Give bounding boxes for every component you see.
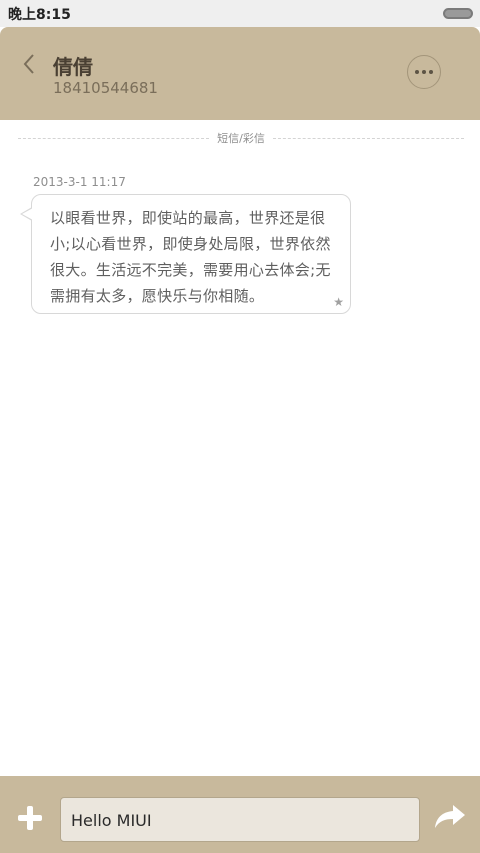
send-arrow-icon [435,805,465,828]
contact-name: 倩倩 [53,55,93,79]
bubble-tail-inner [22,208,33,220]
message-bubble[interactable]: 以眼看世界，即使站的最高，世界还是很小;以心看世界，即使身处局限，世界依然很大。… [31,194,351,314]
battery-icon [443,8,473,19]
back-button[interactable] [14,49,44,79]
conversation-header: 倩倩 18410544681 [0,27,480,120]
more-dots-icon [415,70,419,74]
divider-line [272,137,464,139]
message-input[interactable]: Hello MIUI [60,797,420,842]
message-type-divider: 短信/彩信 [18,130,464,146]
add-attachment-button[interactable] [14,802,46,834]
compose-bar: Hello MIUI [0,776,480,853]
chevron-left-icon [23,54,34,74]
star-icon: ★ [333,295,344,309]
more-dots-icon [429,70,433,74]
more-options-button[interactable] [407,55,441,89]
message-timestamp: 2013-3-1 11:17 [33,175,126,189]
send-button[interactable] [432,800,468,834]
divider-line [18,137,210,139]
more-dots-icon [422,70,426,74]
message-text: 以眼看世界，即使站的最高，世界还是很小;以心看世界，即使身处局限，世界依然很大。… [50,209,331,305]
status-time: 晚上8:15 [8,7,71,23]
plus-icon [18,806,42,830]
divider-label: 短信/彩信 [217,132,265,145]
status-bar: 晚上8:15 [0,0,480,27]
contact-number: 18410544681 [53,79,158,97]
